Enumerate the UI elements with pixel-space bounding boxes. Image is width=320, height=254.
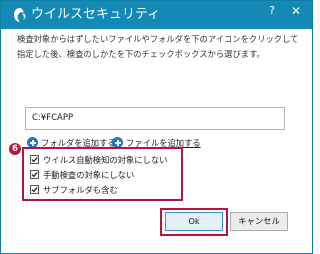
- exclusion-list-item[interactable]: C:¥FCAPP: [32, 113, 73, 123]
- step-number-badge: 6: [9, 143, 21, 155]
- check-icon: [31, 156, 38, 163]
- window-title: ウイルスセキュリティ: [31, 7, 161, 22]
- check-icon: [31, 186, 38, 193]
- app-icon: [14, 8, 26, 22]
- checkbox[interactable]: [30, 185, 39, 194]
- ok-button[interactable]: Ok: [165, 212, 223, 231]
- help-button[interactable]: ?: [265, 4, 279, 18]
- exclusion-list[interactable]: C:¥FCAPP: [25, 107, 285, 130]
- checkbox[interactable]: [30, 170, 39, 179]
- dialog-window: ウイルスセキュリティ ? ✕ 検査対象からはずしたいファイルやフォルダを下のアイ…: [0, 0, 313, 254]
- options-highlight: ウイルス自動検知の対象にしない 手動検査の対象にしない サブフォルダも含む: [22, 147, 183, 201]
- instruction-text: 検査対象からはずしたいファイルやフォルダを下のアイコンをクリックして指定した後、…: [17, 34, 299, 59]
- option-label: サブフォルダも含む: [43, 185, 118, 195]
- cancel-button[interactable]: キャンセル: [230, 212, 288, 231]
- checkbox[interactable]: [30, 155, 39, 164]
- check-icon: [31, 171, 38, 178]
- option-label: ウイルス自動検知の対象にしない: [43, 155, 168, 165]
- close-button[interactable]: ✕: [289, 4, 303, 18]
- title-bar[interactable]: ウイルスセキュリティ ? ✕: [1, 1, 312, 29]
- option-label: 手動検査の対象にしない: [43, 170, 135, 180]
